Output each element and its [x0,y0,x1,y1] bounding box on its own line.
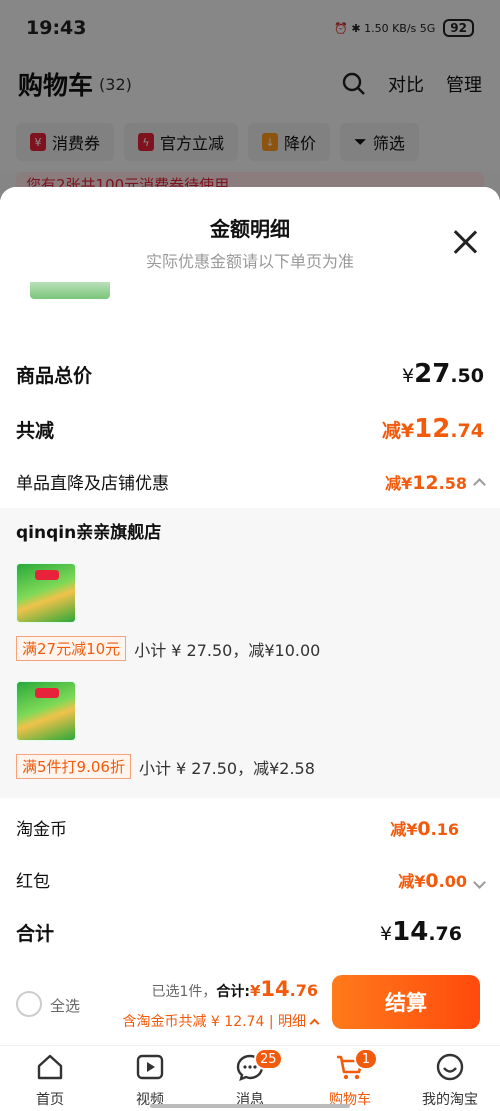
total-discount-label: 共减 [16,419,55,442]
tab-label: 我的淘宝 [422,1092,478,1108]
amount-detail-sheet: 金额明细 实际优惠金额请以下单页为准 商品总价 ¥27.50 共减 减¥ 12.7… [0,187,500,967]
discount-prefix: 减¥ [385,473,413,493]
sum-value: ¥14.76 [380,917,484,947]
chevron-up-icon[interactable] [473,477,486,491]
currency: ¥ [380,923,393,945]
amount-dec: .74 [450,420,484,442]
total-label: 合计: [216,984,250,1000]
amount-dec: .76 [289,981,318,1000]
messages-badge: 25 [254,1048,283,1070]
checkout-button[interactable]: 结算 [332,975,480,1029]
discount-prefix: 减¥ [381,420,415,442]
home-icon [37,1054,63,1080]
amount-int: 0 [417,817,431,840]
amount-int: 12 [412,471,439,494]
amount-int: 27 [414,359,451,389]
product-image [16,681,76,741]
store-name: qinqin亲亲旗舰店 [16,523,162,543]
total-price-row: 商品总价 ¥27.50 [16,359,484,389]
select-all-label[interactable]: 全选 [50,995,80,1016]
total-discount-value: 减¥ 12.74 [382,414,484,444]
currency: ¥ [402,365,415,387]
store-discount-label: 单品直降及店铺优惠 [16,474,169,494]
red-packet-row[interactable]: 红包 减¥ 0.00 [16,867,486,892]
currency: ¥ [249,982,261,1000]
tab-video[interactable]: 视频 [100,1046,200,1111]
amount-int: 12 [414,414,451,444]
red-packet-label: 红包 [16,872,50,892]
total-price-value: ¥27.50 [402,359,484,389]
bottom-tab-bar: 首页 视频 消息 25 购物车 1 我的淘宝 [0,1045,500,1111]
amount-int: 14 [260,977,290,1001]
amount-dec: .76 [428,923,462,945]
checkout-bar: 全选 已选1件， 合计: ¥14.76 含淘金币共减 ¥ 12.74 | 明细 … [0,967,500,1045]
tab-messages[interactable]: 消息 25 [200,1046,300,1111]
tab-cart[interactable]: 购物车 1 [300,1046,400,1111]
amount-dec: .50 [450,365,484,387]
cart-badge: 1 [354,1048,378,1070]
savings-text: 含淘金币共减 ¥ 12.74 | 明细 [122,1014,306,1030]
coins-label: 淘金币 [16,820,67,840]
total-amount: ¥14.76 [250,977,318,1001]
discount-line: 满5件打9.06折 小计 ¥ 27.50，减¥2.58 [16,754,315,779]
subtotal-text: 小计 ¥ 27.50，减¥2.58 [138,758,315,778]
promo-tag: 满27元减10元 [16,636,127,661]
select-all-checkbox[interactable] [16,991,42,1017]
tab-label: 首页 [36,1092,64,1108]
subtotal-text: 小计 ¥ 27.50，减¥10.00 [134,640,321,660]
sum-label: 合计 [16,922,55,945]
store-discount-value: 减¥ 12.58 [385,470,486,494]
home-indicator[interactable] [150,1104,350,1108]
amount-dec: .00 [438,871,467,891]
total-price-label: 商品总价 [16,364,93,387]
store-discount-row[interactable]: 单品直降及店铺优惠 减¥ 12.58 [16,469,486,494]
amount-int: 0 [425,869,439,892]
coins-row: 淘金币 减¥ 0.16 [16,815,484,841]
total-discount-row: 共减 减¥ 12.74 [16,414,484,444]
sum-row: 合计 ¥14.76 [16,917,484,947]
discount-prefix: 减¥ [390,819,418,839]
profile-icon [436,1053,464,1081]
red-packet-value: 减¥ 0.00 [398,868,486,892]
selected-total: 已选1件， 合计: ¥14.76 [151,977,318,1001]
amount-dec: .58 [438,473,467,493]
video-icon [136,1054,164,1080]
savings-detail-link[interactable]: 含淘金币共减 ¥ 12.74 | 明细 [122,1011,320,1031]
chevron-up-icon [309,1018,320,1028]
discount-prefix: 减¥ [398,871,426,891]
modal-overlay[interactable] [0,0,500,200]
amount-int: 14 [392,917,429,947]
coins-value: 减¥ 0.16 [390,816,484,840]
store-discount-details: qinqin亲亲旗舰店 满27元减10元 小计 ¥ 27.50，减¥10.00 … [0,508,500,798]
selected-count-text: 已选1件， [151,984,217,1000]
sheet-title: 金额明细 [210,217,290,241]
tab-home[interactable]: 首页 [0,1046,100,1111]
sheet-header: 金额明细 实际优惠金额请以下单页为准 [0,187,500,282]
tab-my-taobao[interactable]: 我的淘宝 [400,1046,500,1111]
chevron-down-icon[interactable] [473,875,486,889]
discount-line: 满27元减10元 小计 ¥ 27.50，减¥10.00 [16,636,320,661]
product-image [16,563,76,623]
promo-tag: 满5件打9.06折 [16,754,131,779]
close-icon[interactable] [452,229,478,255]
amount-dec: .16 [430,819,459,839]
sheet-subtitle: 实际优惠金额请以下单页为准 [145,252,354,271]
